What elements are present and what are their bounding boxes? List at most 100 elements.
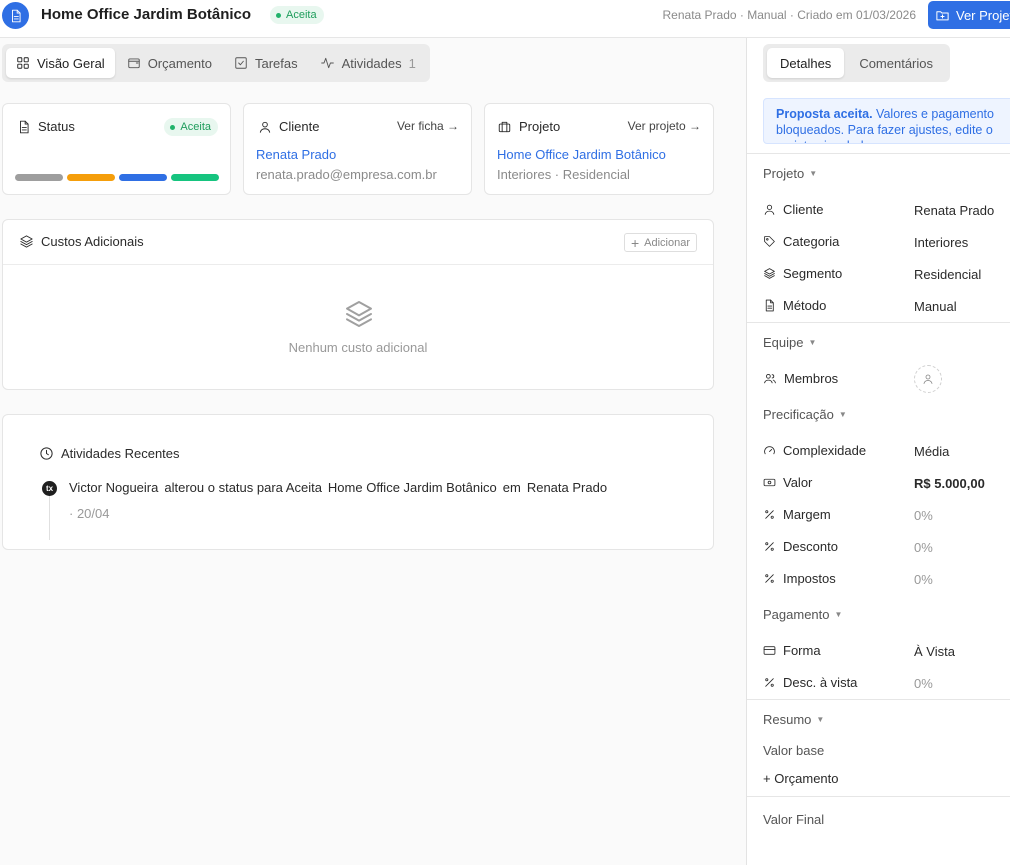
notice-title: Proposta aceita.	[776, 107, 873, 121]
section-projeto-toggle[interactable]: Projeto ▼	[763, 166, 817, 181]
chevron-down-icon: ▼	[808, 338, 817, 347]
status-card: Status Aceita	[2, 103, 231, 195]
document-icon	[763, 299, 776, 312]
activity-date: · 20/04	[69, 506, 110, 521]
row-label-text: Margem	[783, 507, 831, 522]
add-cost-button[interactable]: + Adicionar	[623, 233, 697, 252]
costs-empty-state: Nenhum custo adicional	[288, 340, 428, 355]
client-card-header: Cliente	[258, 119, 319, 134]
activity-actor[interactable]: Victor Nogueira	[69, 480, 158, 495]
activity-place[interactable]: Renata Prado	[527, 480, 607, 495]
avatar: tx	[42, 481, 57, 496]
row-complexidade-label: Complexidade	[763, 443, 866, 458]
row-impostos-label: Impostos	[763, 571, 836, 586]
ver-projeto-link[interactable]: Ver projeto →	[628, 119, 701, 133]
percent-icon	[763, 572, 776, 585]
row-metodo-value: Manual	[914, 299, 957, 314]
section-title: Equipe	[763, 335, 804, 350]
status-badge-label: Aceita	[286, 9, 317, 21]
checkbox-icon	[234, 56, 248, 70]
section-precificacao-toggle[interactable]: Precificação ▼	[763, 407, 847, 422]
activity-target[interactable]: Home Office Jardim Botânico	[328, 480, 497, 495]
status-dot	[170, 124, 176, 130]
row-desc-vista-value: 0%	[914, 676, 933, 691]
clock-icon	[39, 446, 54, 461]
client-card-title: Cliente	[279, 119, 320, 134]
row-metodo-label: Método	[763, 298, 826, 313]
row-valor-value: R$ 5.000,00	[914, 476, 985, 491]
divider	[747, 153, 1010, 154]
row-margem-value: 0%	[914, 508, 933, 523]
document-icon	[2, 2, 29, 29]
briefcase-icon	[497, 120, 512, 134]
percent-icon	[763, 508, 776, 521]
status-step-bar	[67, 174, 115, 181]
chevron-down-icon: ▼	[838, 410, 847, 419]
grid-icon	[16, 56, 30, 70]
row-desc-vista-label: Desc. à vista	[763, 675, 857, 690]
add-cost-label: Adicionar	[644, 236, 690, 249]
top-bar: Home Office Jardim Botânico Aceita Renat…	[0, 0, 1010, 38]
section-resumo-toggle[interactable]: Resumo ▼	[763, 712, 824, 727]
row-categoria-label: Categoria	[763, 234, 839, 249]
row-label-text: Membros	[784, 371, 839, 386]
status-card-title: Status	[38, 119, 75, 134]
row-margem-label: Margem	[763, 507, 831, 522]
user-icon	[258, 120, 272, 134]
tab-label: Tarefas	[255, 55, 298, 71]
tab-orcamento[interactable]: Orçamento	[117, 48, 222, 78]
ver-projeto-button[interactable]: Ver Projeto	[928, 1, 1010, 29]
summary-valor-final: Valor Final	[763, 812, 825, 827]
tag-icon	[763, 235, 776, 248]
tab-label: Visão Geral	[37, 55, 105, 71]
client-email: renata.prado@empresa.com.br	[256, 167, 437, 182]
costs-card: Custos Adicionais + Adicionar Nenhum cus…	[2, 219, 714, 390]
tab-comentarios[interactable]: Comentários	[846, 48, 946, 78]
tab-atividades[interactable]: Atividades 1	[310, 48, 426, 78]
user-icon	[763, 203, 776, 216]
status-card-badge: Aceita	[164, 118, 218, 136]
section-equipe-toggle[interactable]: Equipe ▼	[763, 335, 816, 350]
main-tabs: Visão Geral Orçamento Tarefas Atividades…	[2, 44, 430, 82]
project-card-header: Projeto	[497, 119, 560, 134]
section-pagamento-toggle[interactable]: Pagamento ▼	[763, 607, 842, 622]
details-panel: Detalhes Comentários Proposta aceita. Va…	[746, 38, 1010, 865]
activity-item: Victor Nogueira alterou o status para Ace…	[69, 480, 607, 495]
row-forma-label: Forma	[763, 643, 821, 658]
tab-visao-geral[interactable]: Visão Geral	[6, 48, 115, 78]
row-forma-value: À Vista	[914, 644, 955, 659]
add-member-avatar[interactable]	[914, 365, 942, 393]
timeline-line	[49, 495, 50, 540]
layers-icon	[763, 267, 776, 280]
tab-detalhes[interactable]: Detalhes	[767, 48, 845, 78]
row-segmento-value: Residencial	[914, 267, 982, 282]
credit-card-icon	[763, 644, 776, 657]
row-membros-label: Membros	[763, 371, 838, 386]
divider	[747, 796, 1010, 797]
row-desconto-label: Desconto	[763, 539, 838, 554]
status-dot	[276, 12, 281, 18]
status-step-bar	[171, 174, 219, 181]
ver-projeto-label: Ver Projeto	[956, 7, 1010, 23]
row-label-text: Valor	[783, 475, 813, 490]
client-name-link[interactable]: Renata Prado	[256, 147, 336, 162]
costs-card-header: Custos Adicionais + Adicionar	[3, 220, 713, 265]
summary-valor-base: Valor base	[763, 743, 825, 758]
project-card-title: Projeto	[519, 119, 561, 134]
row-label-text: Desc. à vista	[783, 675, 858, 690]
costs-card-title-row: Custos Adicionais	[19, 234, 144, 249]
row-label-text: Impostos	[783, 571, 836, 586]
ver-ficha-link[interactable]: Ver ficha →	[397, 119, 459, 133]
row-label-text: Complexidade	[783, 443, 867, 458]
row-cliente-value[interactable]: Renata Prado	[914, 203, 994, 218]
row-label-text: Cliente	[783, 202, 824, 217]
chevron-down-icon: ▼	[834, 610, 843, 619]
row-impostos-value: 0%	[914, 572, 933, 587]
row-label-text: Categoria	[783, 234, 840, 249]
tab-tarefas[interactable]: Tarefas	[224, 48, 308, 78]
percent-icon	[763, 676, 776, 689]
activity-card-title: Atividades Recentes	[61, 446, 180, 461]
status-step-bar	[119, 174, 167, 181]
tab-label: Atividades	[341, 55, 402, 71]
project-name-link[interactable]: Home Office Jardim Botânico	[497, 147, 666, 162]
